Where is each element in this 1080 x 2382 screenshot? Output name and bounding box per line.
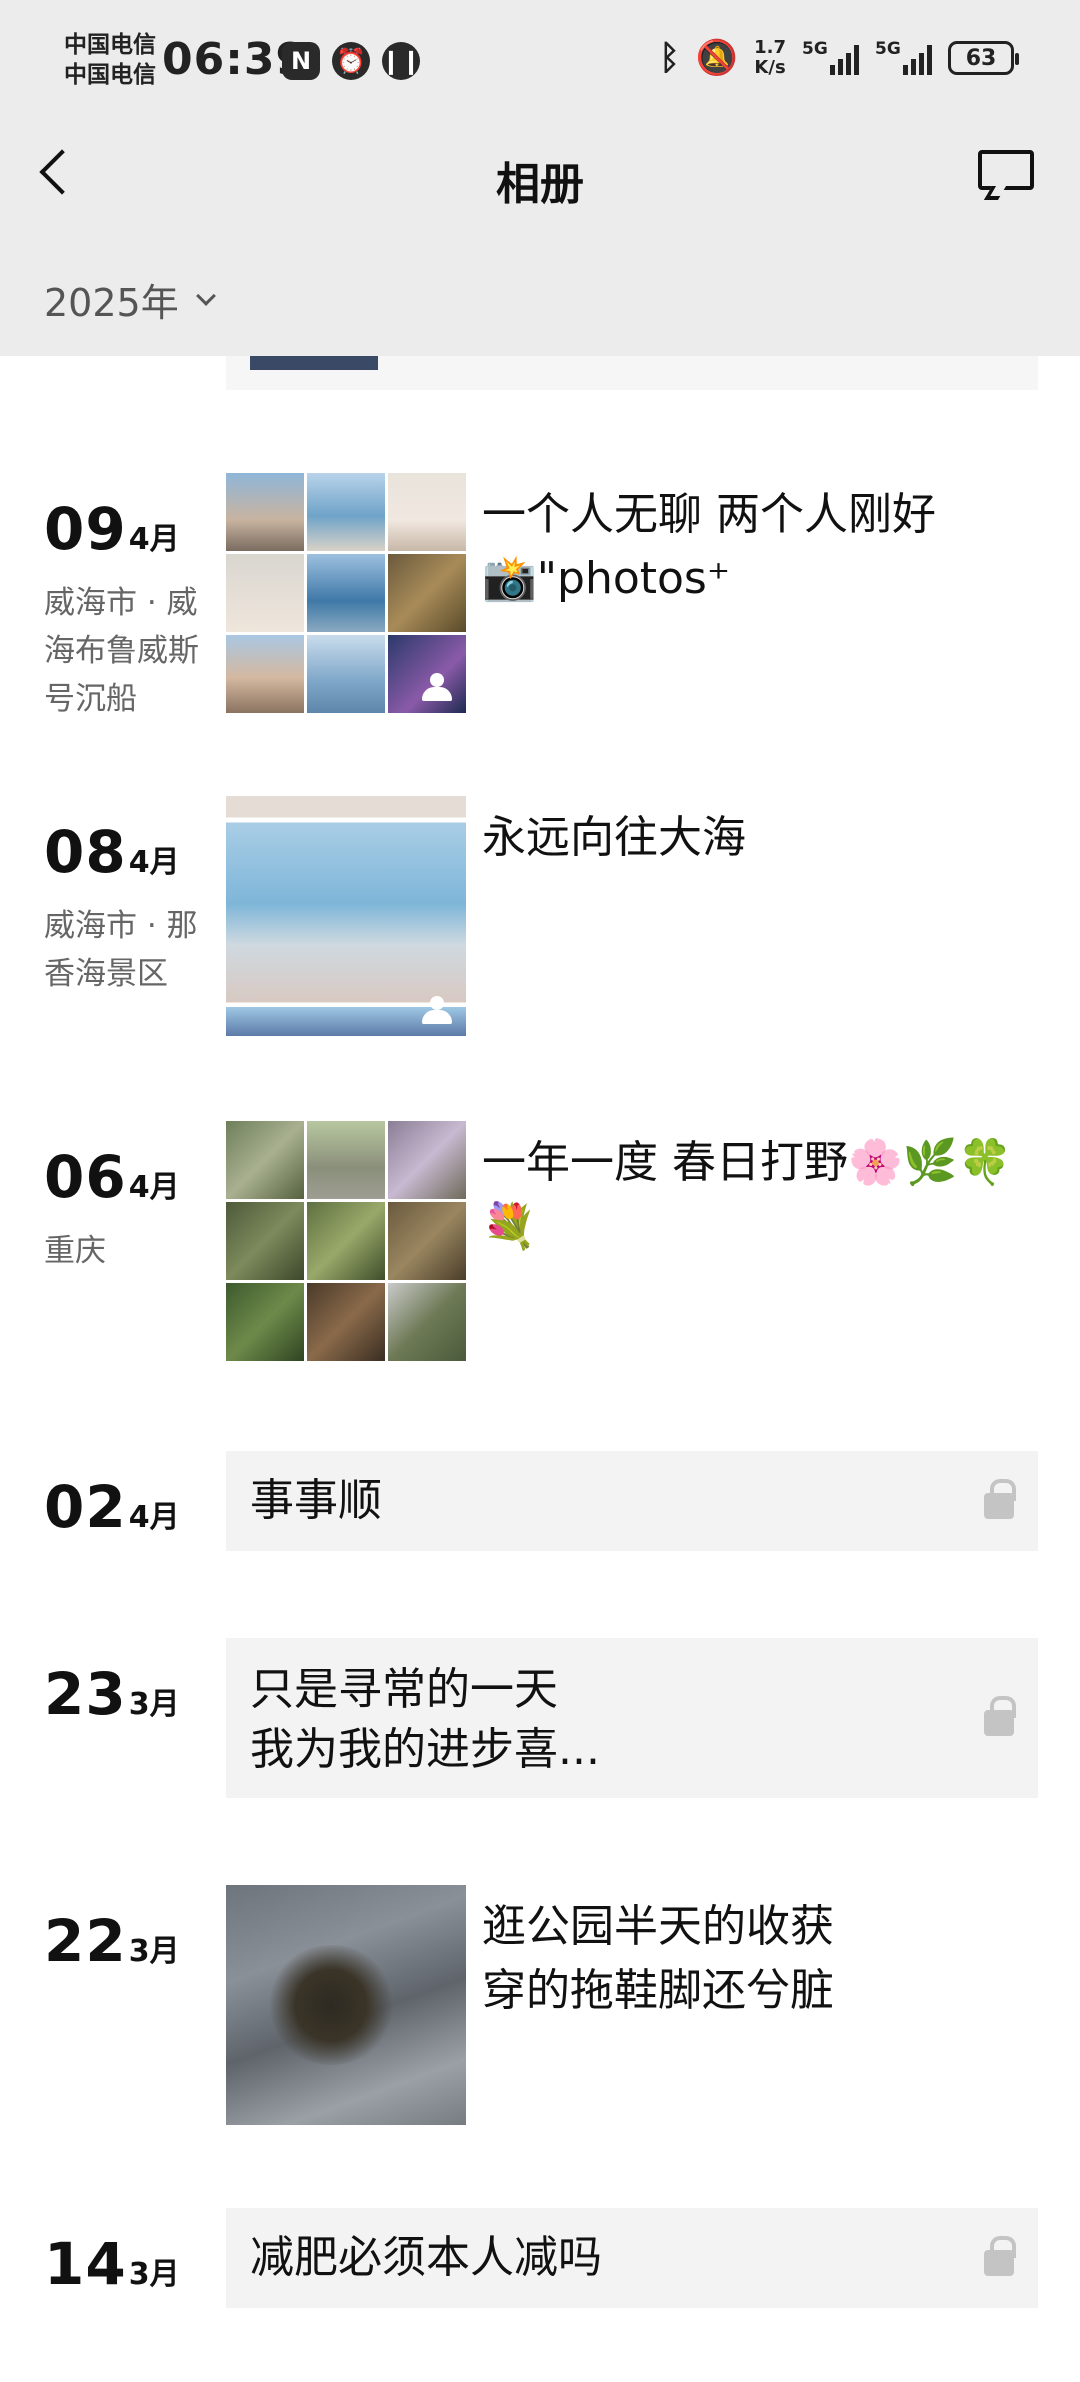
year-selector[interactable]: 2025年	[44, 272, 216, 327]
photo-thumb	[307, 635, 385, 713]
photo-thumb	[388, 473, 466, 551]
entry-caption: 只是寻常的一天 我为我的进步喜...	[250, 1664, 600, 1775]
photo-thumb	[388, 1121, 466, 1199]
top-bar: 中国电信 中国电信 06:39 N ⏰ ❙❙ ᛒ 🔕 1.7 K/s 5G 5G…	[0, 0, 1080, 356]
photo-thumb	[307, 554, 385, 632]
status-bar: 中国电信 中国电信 06:39 N ⏰ ❙❙ ᛒ 🔕 1.7 K/s 5G 5G…	[0, 28, 1080, 98]
entry-date: 08 4月	[44, 818, 180, 886]
entry-date: 14 3月	[44, 2230, 180, 2298]
text-post-card[interactable]: 事事顺	[226, 1451, 1038, 1551]
entry-caption: 事事顺	[250, 1475, 382, 1526]
signal-2: 5G	[875, 39, 932, 75]
multi-person-icon	[420, 996, 454, 1026]
battery-indicator: 63	[948, 41, 1019, 75]
lock-icon	[984, 1696, 1016, 1736]
chevron-down-icon	[195, 285, 216, 306]
photo-thumb	[388, 1202, 466, 1280]
photo-thumb	[307, 1202, 385, 1280]
photo-thumb	[226, 635, 304, 713]
entry-caption: 永远向往大海	[482, 812, 746, 863]
photo-thumb	[388, 635, 466, 713]
photo-thumb	[307, 1283, 385, 1361]
nav-bar: 相册	[0, 130, 1080, 220]
photo-thumb	[226, 473, 304, 551]
page-title: 相册	[496, 159, 584, 210]
status-right: ᛒ 🔕 1.7 K/s 5G 5G 63	[659, 37, 1019, 78]
alarm-icon: ⏰	[332, 42, 370, 80]
carrier-labels: 中国电信 中国电信	[64, 30, 156, 90]
carrier-1: 中国电信	[64, 32, 156, 58]
year-label: 2025年	[44, 281, 179, 325]
entry-caption: 一个人无聊 两个人刚好 📸"photos⁺	[482, 489, 936, 604]
photo-thumb[interactable]	[226, 796, 466, 1036]
entry-location: 威海市 · 那香海景区	[44, 908, 198, 992]
carrier-2: 中国电信	[64, 62, 156, 88]
photo-grid[interactable]	[226, 1121, 466, 1361]
network-speed: 1.7 K/s	[754, 37, 786, 78]
photo-thumb	[307, 1121, 385, 1199]
photo-thumb	[226, 1121, 304, 1199]
nfc-icon: N	[282, 42, 320, 80]
bluetooth-icon: ᛒ	[659, 38, 680, 78]
photo-thumb	[226, 1283, 304, 1361]
entry-caption: 一年一度 春日打野🌸🌿🍀💐	[482, 1137, 1013, 1252]
photo-thumb	[388, 1283, 466, 1361]
text-post-card[interactable]: 减肥必须本人减吗	[226, 2208, 1038, 2308]
photo-thumb	[226, 554, 304, 632]
entry-caption: 减肥必须本人减吗	[250, 2232, 602, 2283]
photo-thumb	[307, 473, 385, 551]
message-icon[interactable]	[978, 150, 1034, 200]
entry-date: 23 3月	[44, 1660, 180, 1728]
signal-1: 5G	[802, 39, 859, 75]
entry-date: 22 3月	[44, 1907, 180, 1975]
photo-grid[interactable]	[226, 473, 466, 713]
lock-icon	[984, 1479, 1016, 1519]
pause-icon: ❙❙	[381, 42, 421, 80]
entry-date: 09 4月	[44, 495, 180, 563]
lock-icon	[984, 2236, 1016, 2276]
entry-location: 威海市 · 威海布鲁威斯号沉船	[44, 585, 199, 717]
multi-person-icon	[420, 673, 454, 703]
photo-thumb	[388, 554, 466, 632]
photo-thumb[interactable]	[226, 1885, 466, 2125]
mute-bell-icon: 🔕	[695, 38, 739, 78]
entry-location: 重庆	[44, 1233, 106, 1269]
text-post-card[interactable]: 只是寻常的一天 我为我的进步喜...	[226, 1638, 1038, 1798]
entry-date: 06 4月	[44, 1143, 180, 1211]
photo-thumb	[226, 1202, 304, 1280]
entry-caption: 逛公园半天的收获 穿的拖鞋脚还兮脏	[482, 1901, 834, 2016]
entry-date: 02 4月	[44, 1473, 180, 1541]
